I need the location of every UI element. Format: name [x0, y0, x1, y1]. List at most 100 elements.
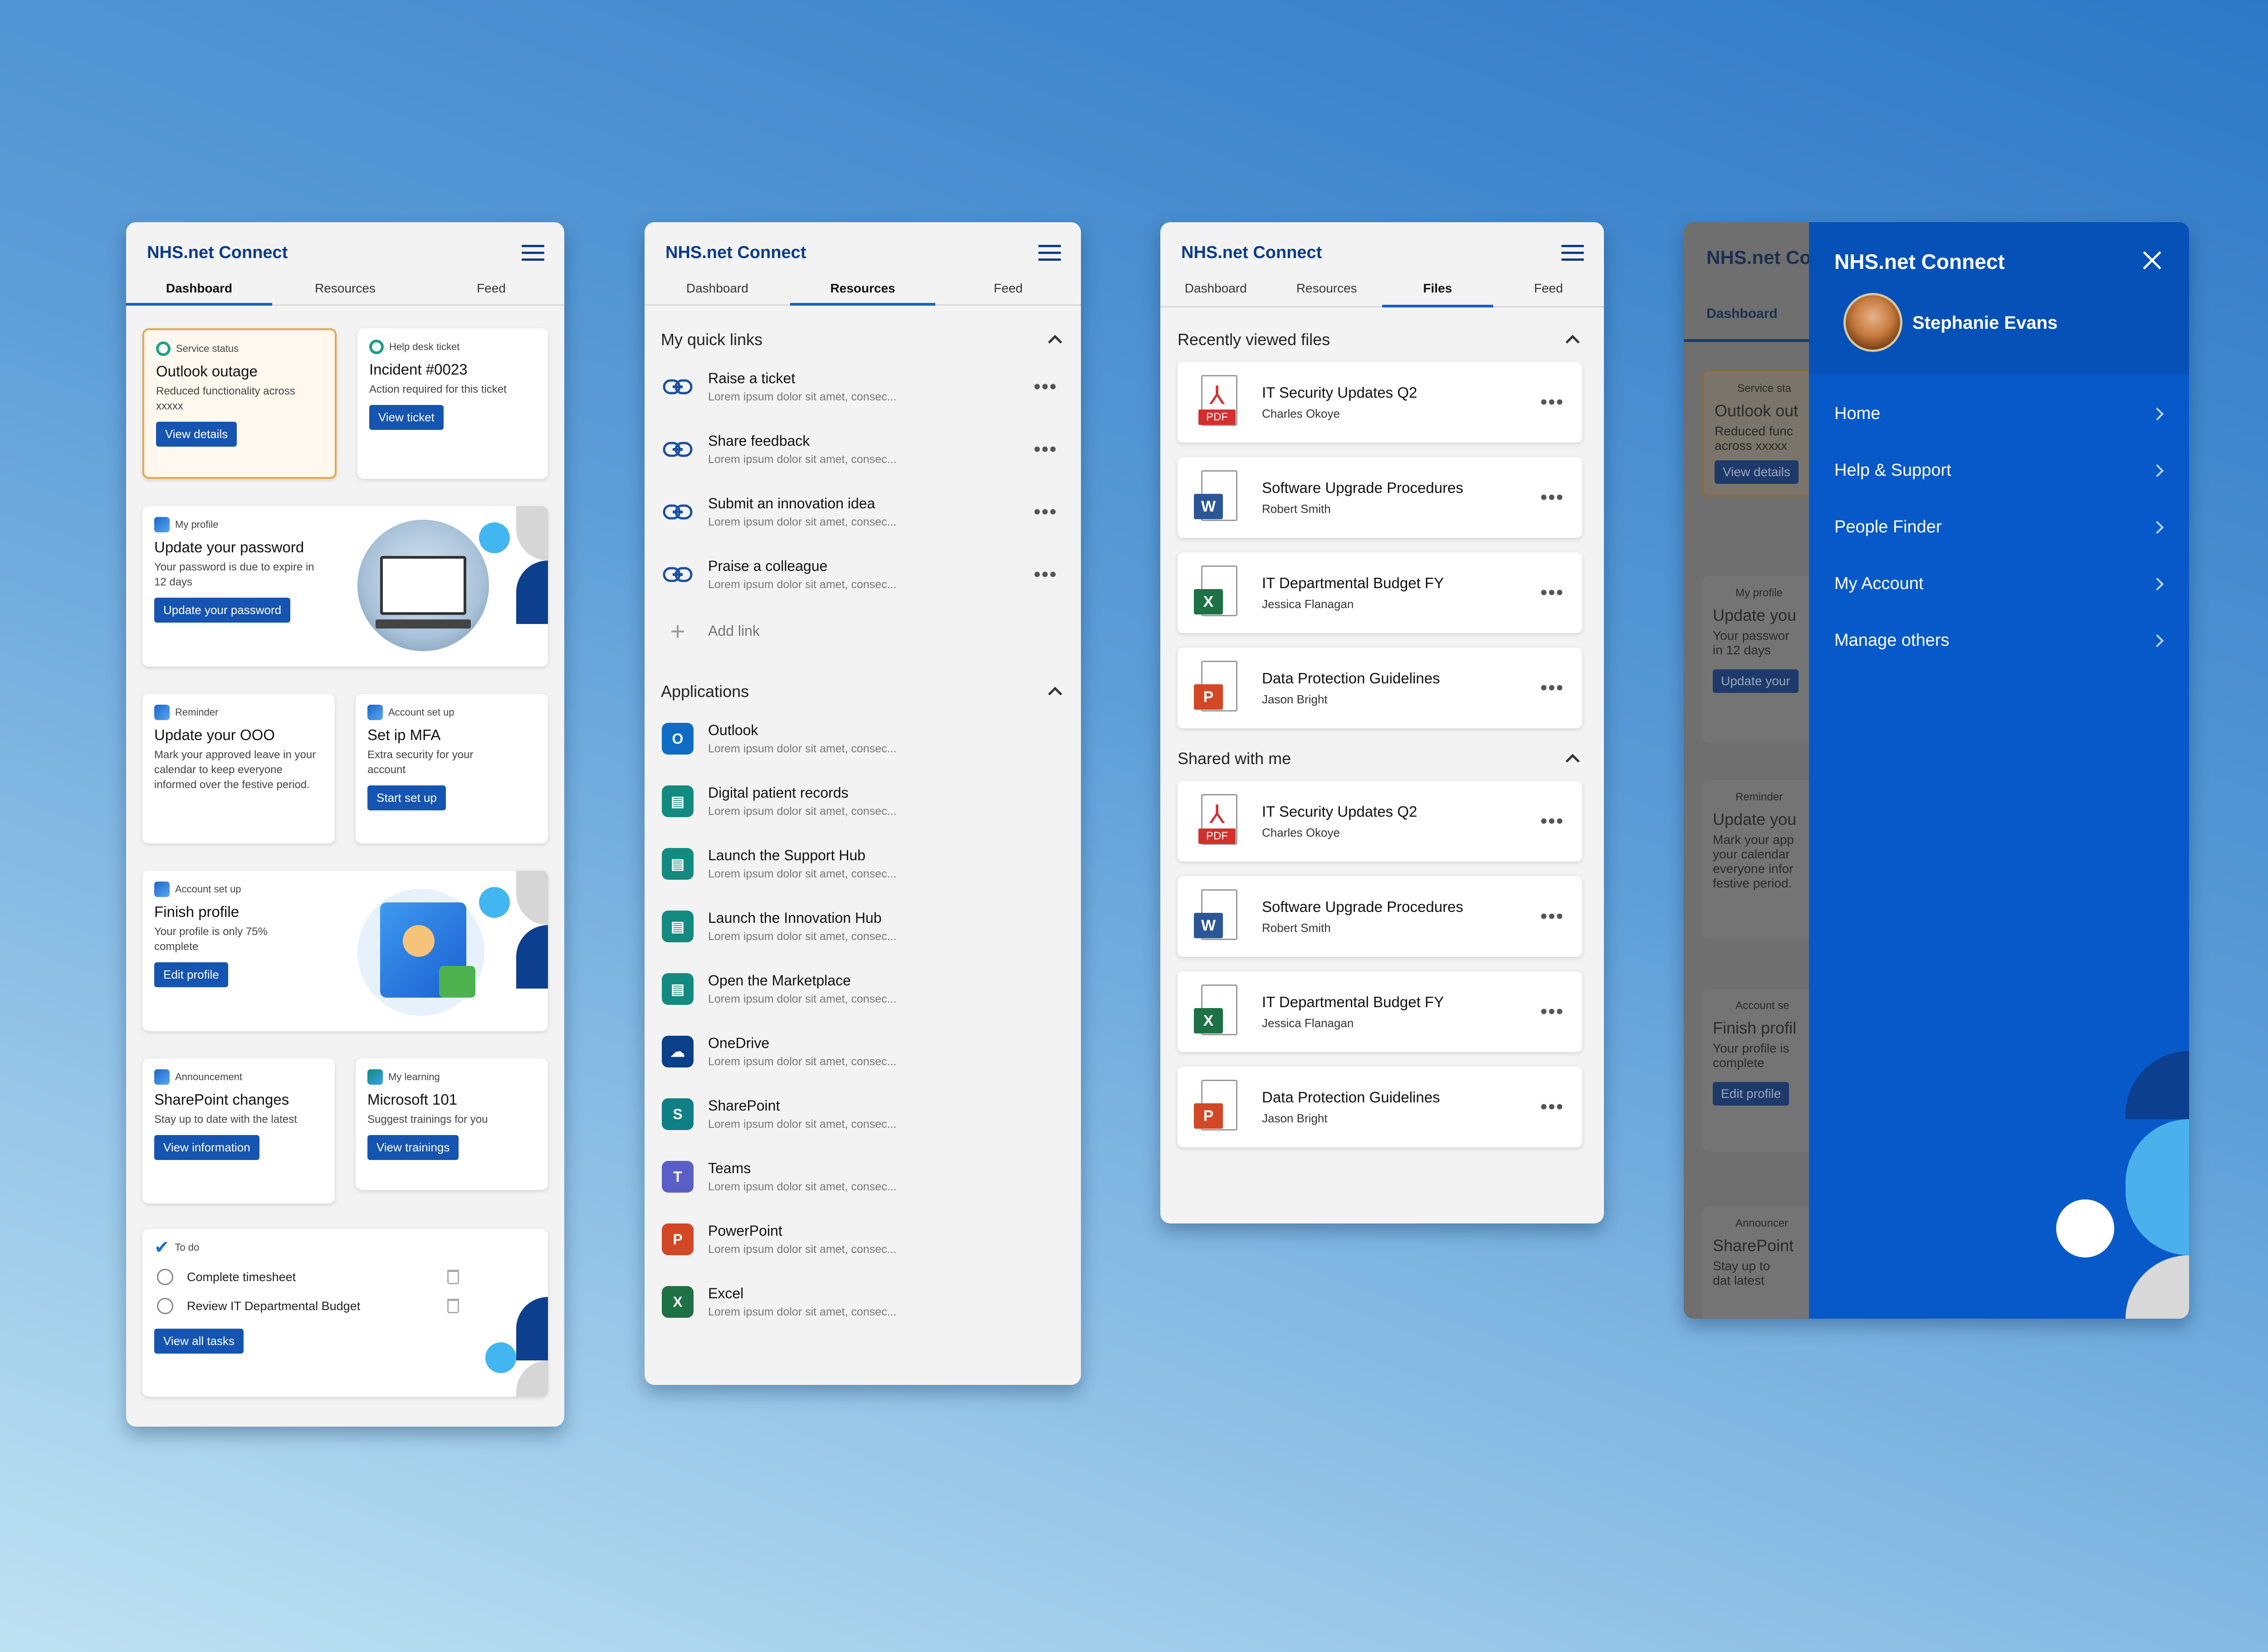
drawer-item-my-account[interactable]: My Account: [1809, 556, 2189, 612]
card-description: Reduced func across xxxxx: [1715, 424, 1793, 453]
quick-link-item[interactable]: Raise a ticket Lorem ipsum dolor sit amet…: [661, 356, 1065, 418]
file-card[interactable]: X IT Departmental Budget FY Jessica Flanag…: [1178, 971, 1582, 1052]
profile-password-card: My profile Update your password Your pas…: [142, 506, 548, 667]
tab-dashboard[interactable]: Dashboard: [645, 271, 790, 304]
view-ticket-button[interactable]: View ticket: [369, 405, 444, 430]
application-item[interactable]: P PowerPoint Lorem ipsum dolor sit amet, c…: [661, 1208, 1065, 1271]
todo-checkbox[interactable]: [157, 1269, 173, 1285]
view-all-tasks-button[interactable]: View all tasks: [154, 1329, 244, 1354]
more-options-icon[interactable]: •••: [1540, 905, 1564, 928]
card-description: Reduced functionality across xxxxx: [156, 385, 295, 412]
tab-feed[interactable]: Feed: [418, 271, 564, 304]
close-icon[interactable]: [2142, 250, 2162, 270]
application-item[interactable]: ☁ OneDrive Lorem ipsum dolor sit amet, con…: [661, 1020, 1065, 1083]
file-card[interactable]: W Software Upgrade Procedures Robert Smith…: [1178, 876, 1582, 957]
file-card[interactable]: P Data Protection Guidelines Jason Bright •…: [1178, 648, 1582, 728]
todo-checkbox[interactable]: [157, 1298, 173, 1314]
recent-files-header[interactable]: Recently viewed files: [1178, 324, 1582, 356]
drawer-item-help-support[interactable]: Help & Support: [1809, 442, 2189, 499]
applications-header[interactable]: Applications: [661, 676, 1065, 707]
card-description: Your profile is only 75% complete: [154, 926, 268, 953]
quick-link-item[interactable]: Share feedback Lorem ipsum dolor sit amet…: [661, 418, 1065, 481]
drawer-menu: Home Help & Support People Finder My Accoun…: [1809, 375, 2189, 669]
application-item[interactable]: ▤ Launch the Support Hub Lorem ipsum dolor…: [661, 833, 1065, 895]
application-text: Excel Lorem ipsum dolor sit amet, consec.…: [708, 1285, 896, 1319]
application-item[interactable]: ▤ Digital patient records Lorem ipsum dolo…: [661, 770, 1065, 833]
chevron-up-icon[interactable]: [1048, 687, 1062, 701]
tab-dashboard[interactable]: Dashboard: [126, 271, 272, 306]
drawer-item-label: Manage others: [1834, 631, 1950, 650]
trash-icon[interactable]: [447, 1299, 459, 1313]
file-card[interactable]: X IT Departmental Budget FY Jessica Flanag…: [1178, 552, 1582, 633]
chevron-up-icon[interactable]: [1565, 335, 1580, 349]
application-item[interactable]: O Outlook Lorem ipsum dolor sit amet, cons…: [661, 707, 1065, 770]
chevron-up-icon[interactable]: [1048, 335, 1062, 349]
more-options-icon[interactable]: •••: [1540, 1096, 1564, 1118]
more-options-icon[interactable]: •••: [1540, 391, 1564, 414]
tab-feed[interactable]: Feed: [935, 271, 1081, 304]
application-item[interactable]: X Excel Lorem ipsum dolor sit amet, consec…: [661, 1271, 1065, 1333]
drawer-item-home[interactable]: Home: [1809, 385, 2189, 442]
start-setup-button[interactable]: Start set up: [367, 785, 446, 810]
tab-resources[interactable]: Resources: [272, 271, 418, 304]
card-category: Account se: [1735, 999, 1789, 1012]
more-options-icon[interactable]: •••: [1034, 501, 1057, 523]
card-description: Extra security for your account: [367, 749, 474, 776]
hamburger-menu-icon[interactable]: [1561, 245, 1584, 261]
more-options-icon[interactable]: •••: [1540, 581, 1564, 604]
link-text: Share feedback Lorem ipsum dolor sit amet…: [708, 433, 896, 466]
file-text: Data Protection Guidelines Jason Bright: [1262, 670, 1440, 707]
section-title: My quick links: [661, 330, 763, 349]
file-card[interactable]: W Software Upgrade Procedures Robert Smith…: [1178, 457, 1582, 538]
drawer-item-manage-others[interactable]: Manage others: [1809, 612, 2189, 669]
link-text: Submit an innovation idea Lorem ipsum dol…: [708, 495, 896, 529]
application-item[interactable]: S SharePoint Lorem ipsum dolor sit amet, c…: [661, 1083, 1065, 1145]
application-subtitle: Lorem ipsum dolor sit amet, consec...: [708, 742, 897, 755]
quick-link-item[interactable]: Submit an innovation idea Lorem ipsum dol…: [661, 481, 1065, 543]
more-options-icon[interactable]: •••: [1034, 375, 1057, 398]
support-hub-icon: ▤: [661, 847, 694, 881]
shared-files-header[interactable]: Shared with me: [1178, 743, 1582, 775]
view-information-button[interactable]: View information: [154, 1135, 259, 1160]
trash-icon[interactable]: [447, 1270, 459, 1284]
add-link-button[interactable]: + Add link: [661, 606, 1065, 656]
application-text: Launch the Support Hub Lorem ipsum dolor …: [708, 847, 896, 881]
reminder-icon: [154, 705, 170, 720]
view-trainings-button[interactable]: View trainings: [367, 1135, 459, 1160]
more-options-icon[interactable]: •••: [1540, 486, 1564, 509]
user-name: Stephanie Evans: [1912, 313, 2058, 333]
file-owner: Charles Okoye: [1262, 406, 1340, 420]
tab-resources[interactable]: Resources: [790, 271, 936, 306]
more-options-icon[interactable]: •••: [1034, 563, 1057, 586]
file-card[interactable]: P Data Protection Guidelines Jason Bright •…: [1178, 1067, 1582, 1147]
avatar[interactable]: [1843, 293, 1902, 352]
tab-resources[interactable]: Resources: [1271, 271, 1383, 306]
tab-files[interactable]: Files: [1382, 271, 1493, 307]
more-options-icon[interactable]: •••: [1540, 810, 1564, 833]
drawer-item-people-finder[interactable]: People Finder: [1809, 499, 2189, 556]
view-details-button[interactable]: View details: [156, 422, 237, 447]
application-item[interactable]: ▤ Open the Marketplace Lorem ipsum dolor s…: [661, 958, 1065, 1020]
quick-link-item[interactable]: Praise a colleague Lorem ipsum dolor sit …: [661, 543, 1065, 606]
hamburger-menu-icon[interactable]: [522, 245, 544, 261]
file-card[interactable]: ⅄ PDF IT Security Updates Q2 Charles Okoye •…: [1178, 781, 1582, 862]
more-options-icon[interactable]: •••: [1540, 1000, 1564, 1023]
chevron-up-icon[interactable]: [1565, 754, 1580, 768]
more-options-icon[interactable]: •••: [1034, 438, 1057, 461]
card-title: SharePoint: [1713, 1236, 1794, 1255]
application-item[interactable]: ▤ Launch the Innovation Hub Lorem ipsum do…: [661, 895, 1065, 958]
learning-icon: [367, 1069, 383, 1085]
edit-profile-button[interactable]: Edit profile: [154, 962, 228, 987]
application-subtitle: Lorem ipsum dolor sit amet, consec...: [708, 1180, 897, 1193]
hamburger-menu-icon[interactable]: [1038, 245, 1061, 261]
records-icon: ▤: [661, 785, 694, 818]
tab-dashboard[interactable]: Dashboard: [1160, 271, 1271, 306]
file-card[interactable]: ⅄ PDF IT Security Updates Q2 Charles Okoye •…: [1178, 362, 1582, 443]
application-item[interactable]: T Teams Lorem ipsum dolor sit amet, consec…: [661, 1145, 1065, 1208]
account-setup-icon: [367, 705, 383, 720]
more-options-icon[interactable]: •••: [1540, 677, 1564, 699]
tab-feed[interactable]: Feed: [1493, 271, 1604, 306]
quick-links-header[interactable]: My quick links: [661, 324, 1065, 356]
file-owner: Jason Bright: [1262, 692, 1328, 706]
update-password-button[interactable]: Update your password: [154, 598, 291, 623]
